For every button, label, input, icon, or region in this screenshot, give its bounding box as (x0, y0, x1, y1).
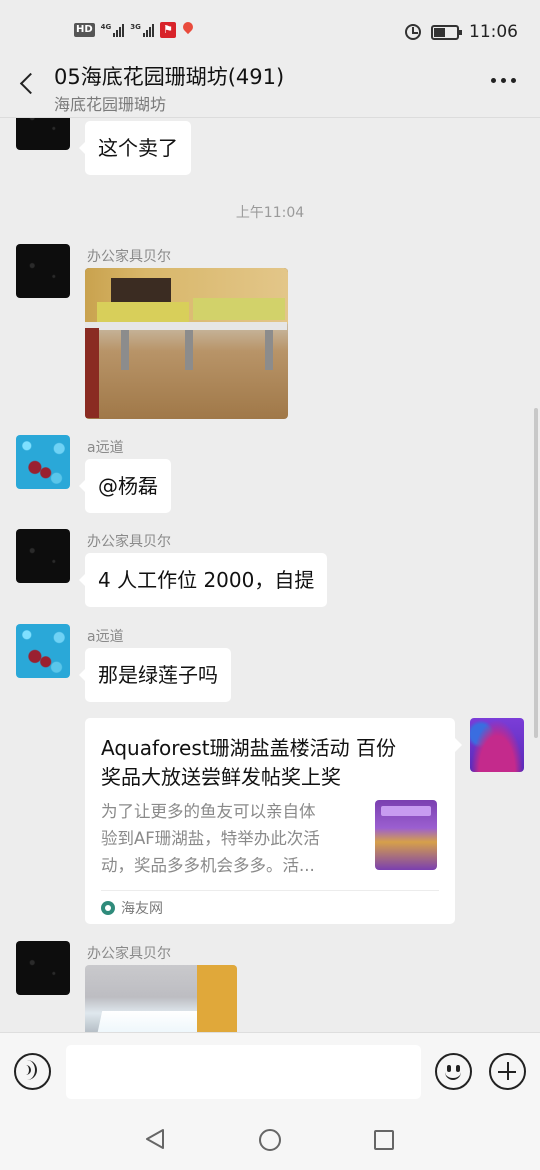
image-message[interactable] (85, 965, 237, 1032)
divider (101, 890, 439, 891)
app-notification-icon: ⚑ (159, 22, 176, 38)
battery-icon (431, 24, 462, 40)
avatar[interactable] (16, 435, 70, 489)
input-bar (0, 1032, 540, 1112)
system-navigation-bar (0, 1112, 540, 1170)
voice-icon[interactable] (14, 1053, 51, 1090)
sender-name: 办公家具贝尔 (87, 946, 171, 962)
nav-home-icon[interactable] (258, 1128, 282, 1152)
source-logo-icon (101, 901, 115, 915)
status-bar: HD 4G 3G ⚑ 11:06 (0, 0, 540, 64)
scrollbar[interactable] (534, 408, 538, 738)
avatar[interactable] (16, 118, 70, 150)
alarm-icon (405, 24, 421, 40)
location-notification-icon (182, 22, 194, 38)
more-options-icon[interactable] (491, 78, 516, 83)
status-time: 11:06 (469, 22, 518, 42)
message-input[interactable] (66, 1045, 421, 1099)
sender-name: 办公家具贝尔 (87, 534, 171, 550)
message-bubble[interactable]: 4 人工作位 2000，自提 (78, 553, 328, 607)
status-right-icons: 11:06 (405, 22, 518, 42)
my-avatar[interactable] (470, 718, 524, 772)
image-message[interactable] (85, 268, 288, 419)
avatar[interactable] (16, 244, 70, 298)
avatar[interactable] (16, 941, 70, 995)
link-card-source: 海友网 (101, 898, 163, 918)
message-bubble[interactable]: 那是绿莲子吗 (79, 648, 231, 702)
signal-icon: 3G (130, 23, 154, 37)
link-card-thumbnail (375, 800, 437, 870)
message-bubble[interactable]: @杨磊 (79, 459, 171, 513)
sender-name: a远道 (87, 629, 124, 645)
sender-name: a远道 (87, 440, 124, 456)
chat-title: 05海底花园珊瑚坊(491) (54, 65, 285, 89)
timestamp: 上午11:04 (235, 205, 305, 221)
plus-icon[interactable] (489, 1053, 526, 1090)
signal-icon: 4G (101, 23, 125, 37)
avatar[interactable] (16, 624, 70, 678)
status-left-icons: HD 4G 3G ⚑ (74, 22, 194, 38)
nav-back-icon[interactable] (144, 1128, 166, 1150)
link-card-title: Aquaforest珊湖盐盖楼活动 百份 奖品大放送尝鲜发帖奖上奖 (101, 736, 396, 789)
link-card-description: 为了让更多的鱼友可以亲自体 验到AF珊湖盐，特举办此次活 动，奖品多多机会多多。… (101, 802, 320, 875)
source-name: 海友网 (121, 901, 163, 917)
chat-header: 05海底花园珊瑚坊(491) 海底花园珊瑚坊 (0, 56, 540, 118)
emoji-icon[interactable] (435, 1053, 472, 1090)
chat-area[interactable]: 这个卖了 上午11:04 办公家具贝尔 a远道 @杨磊 办公家具贝尔 4 人工作… (0, 118, 540, 1032)
back-icon[interactable] (16, 70, 40, 98)
chat-subtitle: 海底花园珊瑚坊 (54, 95, 167, 114)
sender-name: 办公家具贝尔 (87, 249, 171, 265)
nav-recent-apps-icon[interactable] (373, 1129, 395, 1151)
hd-icon: HD (74, 23, 95, 37)
link-card[interactable]: Aquaforest珊湖盐盖楼活动 百份 奖品大放送尝鲜发帖奖上奖 为了让更多的… (85, 718, 462, 924)
message-bubble[interactable]: 这个卖了 (79, 121, 191, 175)
avatar[interactable] (16, 529, 70, 583)
